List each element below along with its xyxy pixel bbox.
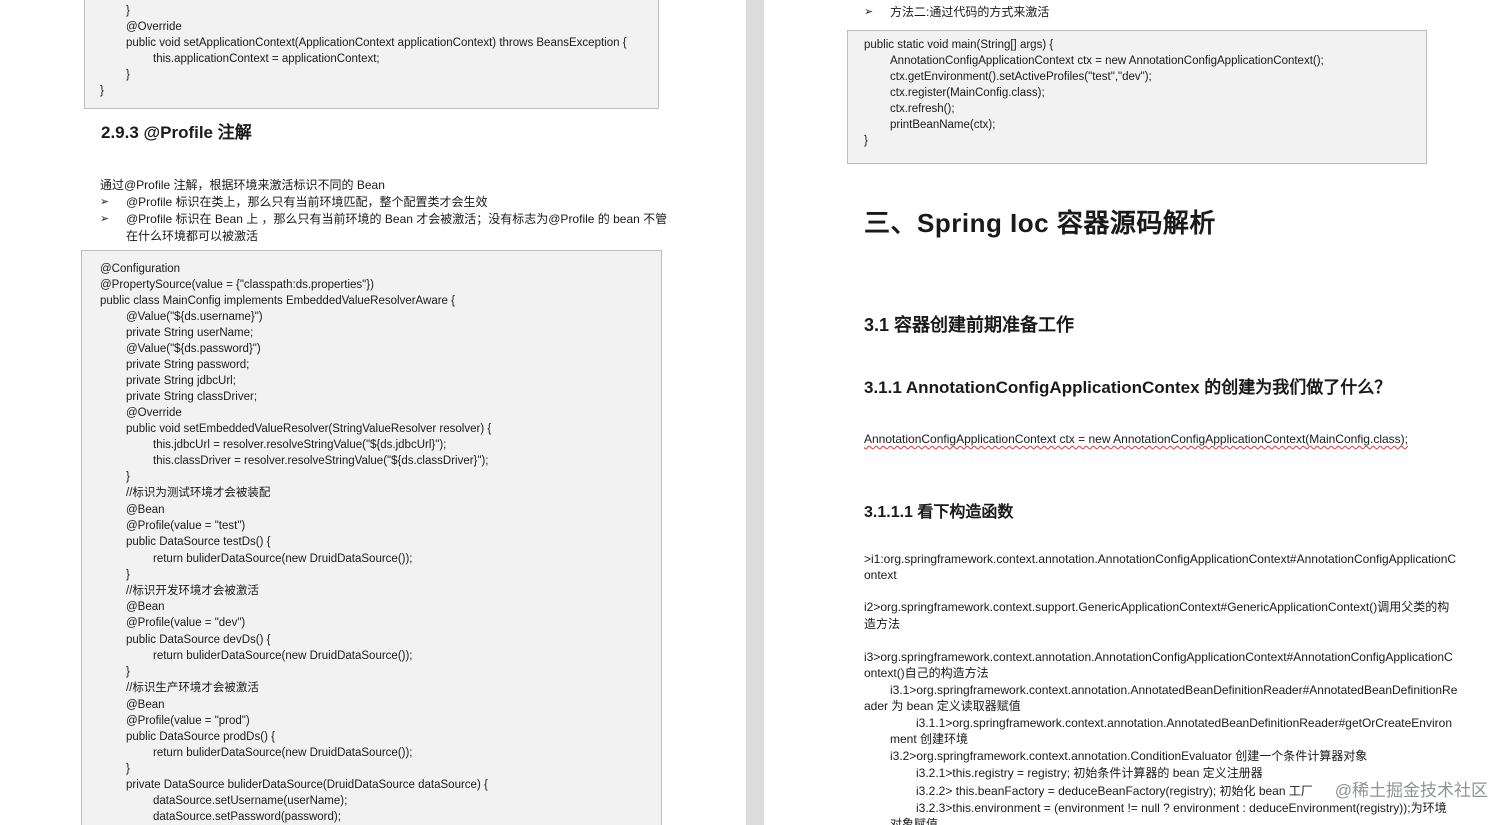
section-heading-3-1: 3.1 容器创建前期准备工作 xyxy=(864,315,1075,335)
body-line: i3.2.2> this.beanFactory = deduceBeanFac… xyxy=(916,784,1313,798)
code-line: public static void main(String[] args) { xyxy=(864,39,1054,51)
code-line: @Profile(value = "prod") xyxy=(126,715,250,727)
page-gutter xyxy=(746,0,764,825)
ctx-code-line: AnnotationConfigApplicationContext ctx =… xyxy=(864,432,1408,446)
watermark: @稀土掘金技术社区 xyxy=(1334,781,1488,800)
code-line: @Value("${ds.password}") xyxy=(126,343,261,355)
section-heading: 2.9.3 @Profile 注解 xyxy=(101,123,252,142)
body-line: ontext xyxy=(864,568,897,582)
code-line: public void setEmbeddedValueResolver(Str… xyxy=(126,423,492,435)
code-line: AnnotationConfigApplicationContext ctx =… xyxy=(890,55,1324,67)
code-line: dataSource.setUsername(userName); xyxy=(153,795,348,807)
body-line: 对象赋值 xyxy=(890,817,939,825)
code-line: @Bean xyxy=(126,504,165,516)
right-page: ➢ 方法二:通过代码的方式来激活 public static void main… xyxy=(764,0,1512,825)
code-line: } xyxy=(126,763,130,775)
body-line: ontext()自己的构造方法 xyxy=(864,666,989,680)
code-line: @Profile(value = "test") xyxy=(126,520,246,532)
code-line: private String password; xyxy=(126,359,250,371)
code-line: return buliderDataSource(new DruidDataSo… xyxy=(153,650,413,662)
section-heading-3-1-1-1: 3.1.1.1 看下构造函数 xyxy=(864,504,1014,521)
code-line: private String jdbcUrl; xyxy=(126,375,236,387)
code-line: @Profile(value = "dev") xyxy=(126,617,246,629)
body-line: ment 创建环境 xyxy=(890,732,969,746)
bullet-text: @Profile 标识在类上，那么只有当前环境匹配，整个配置类才会生效 xyxy=(126,195,488,209)
code-line: private String userName; xyxy=(126,327,254,339)
intro-text: 通过@Profile 注解，根据环境来激活标识不同的 Bean xyxy=(100,178,385,192)
code-line: ctx.register(MainConfig.class); xyxy=(890,87,1045,99)
code-line: @Override xyxy=(126,407,182,419)
code-line: ctx.getEnvironment().setActiveProfiles("… xyxy=(890,71,1152,83)
code-line: public class MainConfig implements Embed… xyxy=(100,295,455,307)
body-line: i3.2.1>this.registry = registry; 初始条件计算器… xyxy=(916,766,1263,780)
code-line: printBeanName(ctx); xyxy=(890,119,996,131)
code-line: @Value("${ds.username}") xyxy=(126,311,263,323)
bullet-arrow-icon: ➢ xyxy=(100,213,110,225)
body-line: i2>org.springframework.context.support.G… xyxy=(864,600,1450,614)
code-line: public DataSource prodDs() { xyxy=(126,731,275,743)
code-line: } xyxy=(126,5,130,17)
code-line: } xyxy=(864,135,868,147)
section-heading-3-1-1: 3.1.1 AnnotationConfigApplicationContex … xyxy=(864,378,1392,397)
code-line: @Configuration xyxy=(100,263,181,275)
code-line: public DataSource devDs() { xyxy=(126,634,271,646)
code-comment: //标识生产环境才会被激活 xyxy=(126,682,259,694)
body-line: i3.2.3>this.environment = (environment !… xyxy=(916,801,1447,815)
code-line: @Bean xyxy=(126,601,165,613)
code-line: @PropertySource(value = {"classpath:ds.p… xyxy=(100,279,374,291)
code-line: } xyxy=(126,471,130,483)
code-line: } xyxy=(100,85,104,97)
code-line: private DataSource buliderDataSource(Dru… xyxy=(126,779,488,791)
code-line: public DataSource testDs() { xyxy=(126,536,271,548)
code-line: @Bean xyxy=(126,699,165,711)
code-line: @Override xyxy=(126,21,182,33)
body-line: ader 为 bean 定义读取器赋值 xyxy=(864,699,1021,713)
code-comment: //标识为测试环境才会被装配 xyxy=(126,487,271,499)
left-page: } @Override public void setApplicationCo… xyxy=(0,0,746,825)
code-line: private String classDriver; xyxy=(126,391,258,403)
body-line: i3.1.1>org.springframework.context.annot… xyxy=(916,716,1452,730)
code-line: return buliderDataSource(new DruidDataSo… xyxy=(153,747,413,759)
code-line: } xyxy=(126,569,130,581)
code-line: } xyxy=(126,666,130,678)
code-line: this.jdbcUrl = resolver.resolveStringVal… xyxy=(153,439,447,451)
body-line: >i1:org.springframework.context.annotati… xyxy=(864,552,1457,566)
body-line: i3>org.springframework.context.annotatio… xyxy=(864,650,1453,664)
bullet-arrow-icon: ➢ xyxy=(864,6,874,18)
body-line: i3.1>org.springframework.context.annotat… xyxy=(890,683,1458,697)
code-line: return buliderDataSource(new DruidDataSo… xyxy=(153,553,413,565)
code-comment: //标识开发环境才会被激活 xyxy=(126,585,259,597)
code-line: dataSource.setPassword(password); xyxy=(153,811,341,823)
bullet-arrow-icon: ➢ xyxy=(100,196,110,208)
code-line: } xyxy=(126,69,130,81)
code-line: ctx.refresh(); xyxy=(890,103,955,115)
bullet-text: @Profile 标识在 Bean 上 ，那么只有当前环境的 Bean 才会被激… xyxy=(126,212,668,226)
code-line: this.applicationContext = applicationCon… xyxy=(153,53,380,65)
chapter-heading: 三、Spring Ioc 容器源码解析 xyxy=(864,208,1216,238)
body-line: i3.2>org.springframework.context.annotat… xyxy=(890,749,1368,763)
code-line: this.classDriver = resolver.resolveStrin… xyxy=(153,455,489,467)
body-line: 造方法 xyxy=(864,617,901,631)
method-two-text: 方法二:通过代码的方式来激活 xyxy=(890,5,1050,19)
bullet-text-continuation: 在什么环境都可以被激活 xyxy=(126,229,259,243)
code-line: public void setApplicationContext(Applic… xyxy=(126,37,627,49)
